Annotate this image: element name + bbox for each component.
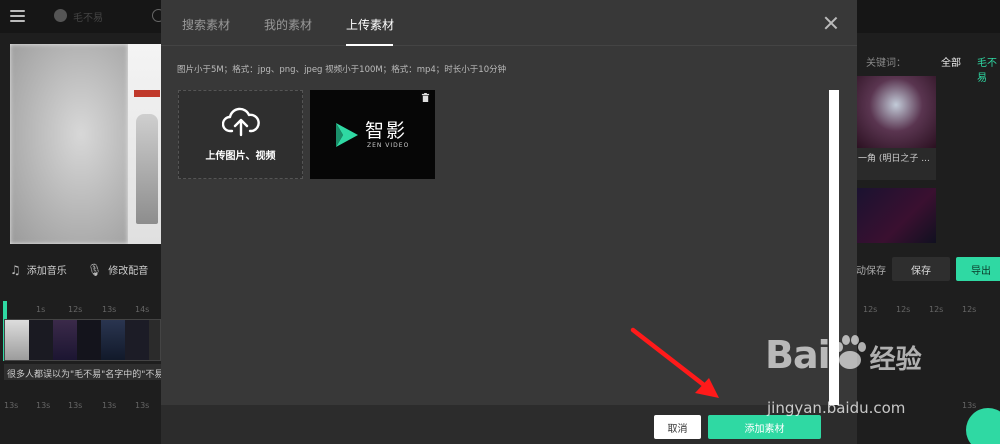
hamburger-menu-icon[interactable] — [10, 10, 25, 22]
material-dialog: 搜索素材 我的素材 上传素材 图片小于5M；格式：jpg、png、jpeg 视频… — [161, 0, 857, 444]
close-icon[interactable] — [824, 16, 838, 30]
tab-upload-material[interactable]: 上传素材 — [346, 16, 394, 33]
brand-subtitle: ZEN VIDEO — [367, 142, 410, 149]
subtitle-track[interactable]: 很多人都误以为"毛不易"名字中的"不易"... — [4, 364, 161, 380]
watermark-url: jingyan.baidu.com — [767, 399, 906, 417]
tick-label: 1s — [36, 305, 46, 314]
upload-requirements-hint: 图片小于5M；格式：jpg、png、jpeg 视频小于100M；格式：mp4；时… — [177, 65, 507, 75]
watermark-cn: 经验 — [869, 345, 922, 375]
chat-support-icon[interactable] — [966, 408, 1000, 444]
paw-icon — [834, 335, 866, 369]
add-music-label: 添加音乐 — [26, 266, 67, 277]
keyword-active[interactable]: 毛不易 — [977, 54, 1000, 84]
cloud-upload-icon — [221, 107, 260, 137]
trash-icon[interactable] — [421, 93, 430, 102]
export-button[interactable]: 导出 — [956, 257, 1000, 281]
tick-label: 13s — [962, 401, 977, 410]
tick-label: 13s — [36, 401, 51, 410]
dialog-tabs: 搜索素材 我的素材 上传素材 — [161, 0, 857, 46]
keyword-label: 关键词： — [866, 58, 906, 69]
tab-my-material[interactable]: 我的素材 — [264, 16, 312, 33]
play-triangle-icon — [336, 122, 358, 147]
tick-label: 12s — [929, 305, 944, 314]
add-music-button[interactable]: ♫ 添加音乐 — [10, 262, 67, 278]
save-button[interactable]: 保存 — [892, 257, 950, 281]
dialog-footer: 取消 添加素材 — [161, 405, 857, 444]
baidu-watermark: Bai 经验 jingyan.baidu.com — [765, 333, 945, 433]
video-clip-track[interactable] — [4, 319, 161, 361]
tick-label: 13s — [68, 401, 83, 410]
keyword-all[interactable]: 全部 — [941, 54, 961, 69]
tick-label: 13s — [4, 401, 19, 410]
edit-dub-label: 修改配音 — [108, 266, 149, 277]
edit-dub-button[interactable]: 🎙 修改配音 — [87, 262, 149, 278]
tick-label: 14s — [135, 305, 150, 314]
tick-label: 12s — [896, 305, 911, 314]
material-thumbnail — [856, 76, 936, 148]
brand-name: 智影 — [365, 120, 408, 142]
active-tab-indicator — [346, 44, 393, 46]
tick-label: 13s — [102, 401, 117, 410]
zenvideo-logo: 智影 ZEN VIDEO — [335, 120, 409, 149]
tab-search-material[interactable]: 搜索素材 — [182, 16, 230, 33]
editor-root: 毛不易 ♫ 添加音乐 🎙 修改配音 1s 12s 13s 14s 12s 12s… — [0, 0, 1000, 444]
cancel-button[interactable]: 取消 — [654, 415, 701, 439]
material-caption: 一角 (明日之子 ... — [858, 154, 930, 164]
microphone-icon: 🎙 — [87, 262, 103, 277]
material-thumbnail — [856, 188, 936, 243]
music-note-icon: ♫ — [10, 262, 21, 277]
red-annotation-arrow — [630, 327, 719, 398]
tick-label: 12s — [863, 305, 878, 314]
tick-label: 12s — [962, 305, 977, 314]
video-preview — [10, 44, 161, 244]
material-card[interactable] — [856, 188, 936, 243]
check-circle-icon — [54, 9, 67, 22]
tick-label: 13s — [102, 305, 117, 314]
tick-label: 13s — [135, 401, 150, 410]
tick-label: 12s — [68, 305, 83, 314]
autosave-label: 自动保存 — [852, 265, 886, 277]
upload-dropzone[interactable]: 上传图片、视频 — [178, 90, 303, 179]
uploaded-asset-thumbnail[interactable]: 智影 ZEN VIDEO — [310, 90, 435, 179]
material-card[interactable]: 一角 (明日之子 ... — [856, 76, 936, 180]
top-faint-text: 毛不易 — [73, 13, 103, 24]
watermark-main: Bai — [765, 333, 831, 377]
autosave-text: 自动保存 — [852, 257, 886, 281]
upload-label: 上传图片、视频 — [205, 151, 276, 162]
